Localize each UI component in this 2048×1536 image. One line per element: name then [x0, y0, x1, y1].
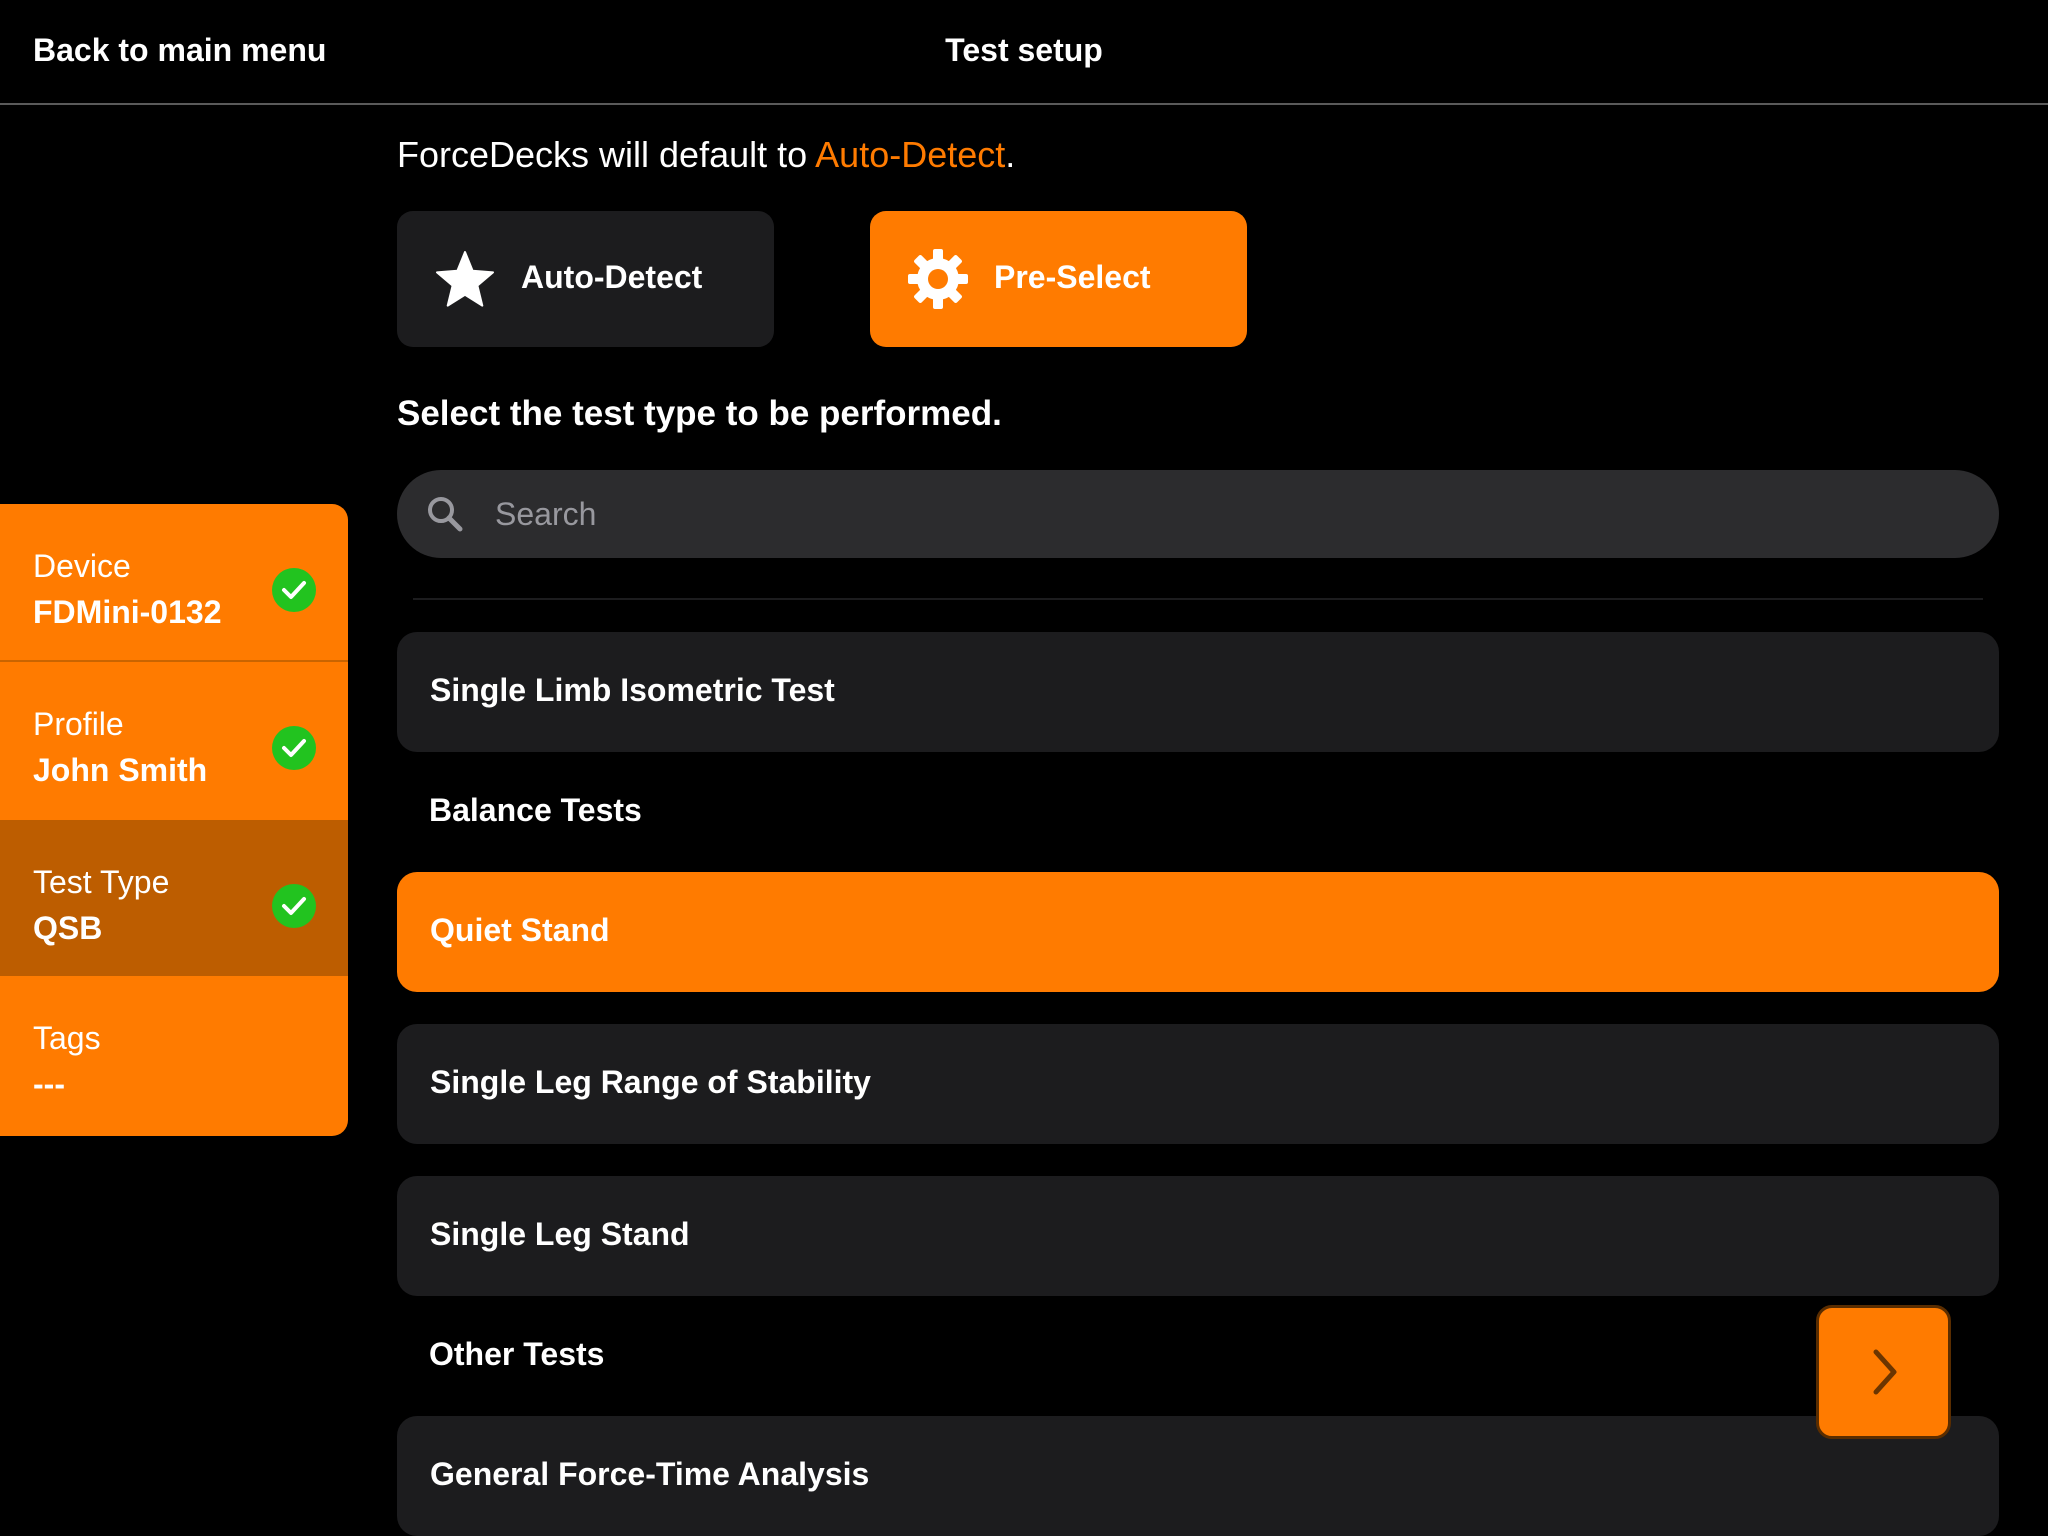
check-circle-icon [272, 568, 316, 612]
chevron-right-icon [1873, 1349, 1896, 1395]
step-tags[interactable]: Tags --- [0, 976, 348, 1132]
test-type-instruction: Select the test type to be performed. [397, 394, 1002, 433]
test-item-label: Single Limb Isometric Test [430, 672, 835, 708]
check-circle-icon [272, 884, 316, 928]
test-item-quiet-stand[interactable]: Quiet Stand [397, 872, 1999, 992]
search-bar[interactable] [397, 470, 1999, 558]
step-profile[interactable]: Profile John Smith [0, 662, 348, 818]
test-item-label: General Force-Time Analysis [430, 1456, 870, 1492]
notice-suffix: . [1005, 134, 1016, 175]
step-value: John Smith [33, 752, 208, 788]
group-header-balance-tests: Balance Tests [429, 792, 642, 828]
next-button[interactable] [1816, 1305, 1951, 1439]
step-label: Device [33, 548, 131, 584]
default-mode-notice: ForceDecks will default to Auto-Detect. [397, 134, 1015, 176]
check-circle-icon [272, 726, 316, 770]
gear-icon [906, 247, 970, 311]
test-item-label: Quiet Stand [430, 912, 610, 948]
back-to-main-menu-button[interactable]: Back to main menu [33, 32, 326, 69]
pre-select-label: Pre-Select [994, 259, 1151, 295]
test-item-single-leg-range-of-stability[interactable]: Single Leg Range of Stability [397, 1024, 1999, 1144]
step-value: --- [33, 1066, 65, 1102]
list-divider [413, 598, 1983, 600]
pre-select-button[interactable]: Pre-Select [870, 211, 1247, 347]
step-value: FDMini-0132 [33, 594, 222, 630]
notice-prefix: ForceDecks will default to [397, 134, 816, 175]
search-input[interactable] [493, 486, 1953, 542]
step-device[interactable]: Device FDMini-0132 [0, 504, 348, 660]
test-item-single-limb-isometric[interactable]: Single Limb Isometric Test [397, 632, 1999, 752]
test-item-label: Single Leg Stand [430, 1216, 690, 1252]
step-test-type[interactable]: Test Type QSB [0, 820, 348, 976]
notice-highlight: Auto-Detect [815, 134, 1006, 175]
test-item-single-leg-stand[interactable]: Single Leg Stand [397, 1176, 1999, 1296]
header-bar: Back to main menu Test setup [0, 0, 2048, 105]
group-header-other-tests: Other Tests [429, 1336, 605, 1372]
auto-detect-label: Auto-Detect [521, 259, 703, 295]
step-label: Tags [33, 1020, 101, 1056]
test-item-general-force-time-analysis[interactable]: General Force-Time Analysis [397, 1416, 1999, 1536]
step-label: Profile [33, 706, 124, 742]
auto-detect-button[interactable]: Auto-Detect [397, 211, 774, 347]
star-icon [433, 247, 497, 311]
step-label: Test Type [33, 864, 170, 900]
test-item-label: Single Leg Range of Stability [430, 1064, 871, 1100]
setup-steps-panel: Device FDMini-0132 Profile John Smith Te… [0, 504, 348, 1136]
step-value: QSB [33, 910, 103, 946]
search-icon [425, 494, 465, 534]
